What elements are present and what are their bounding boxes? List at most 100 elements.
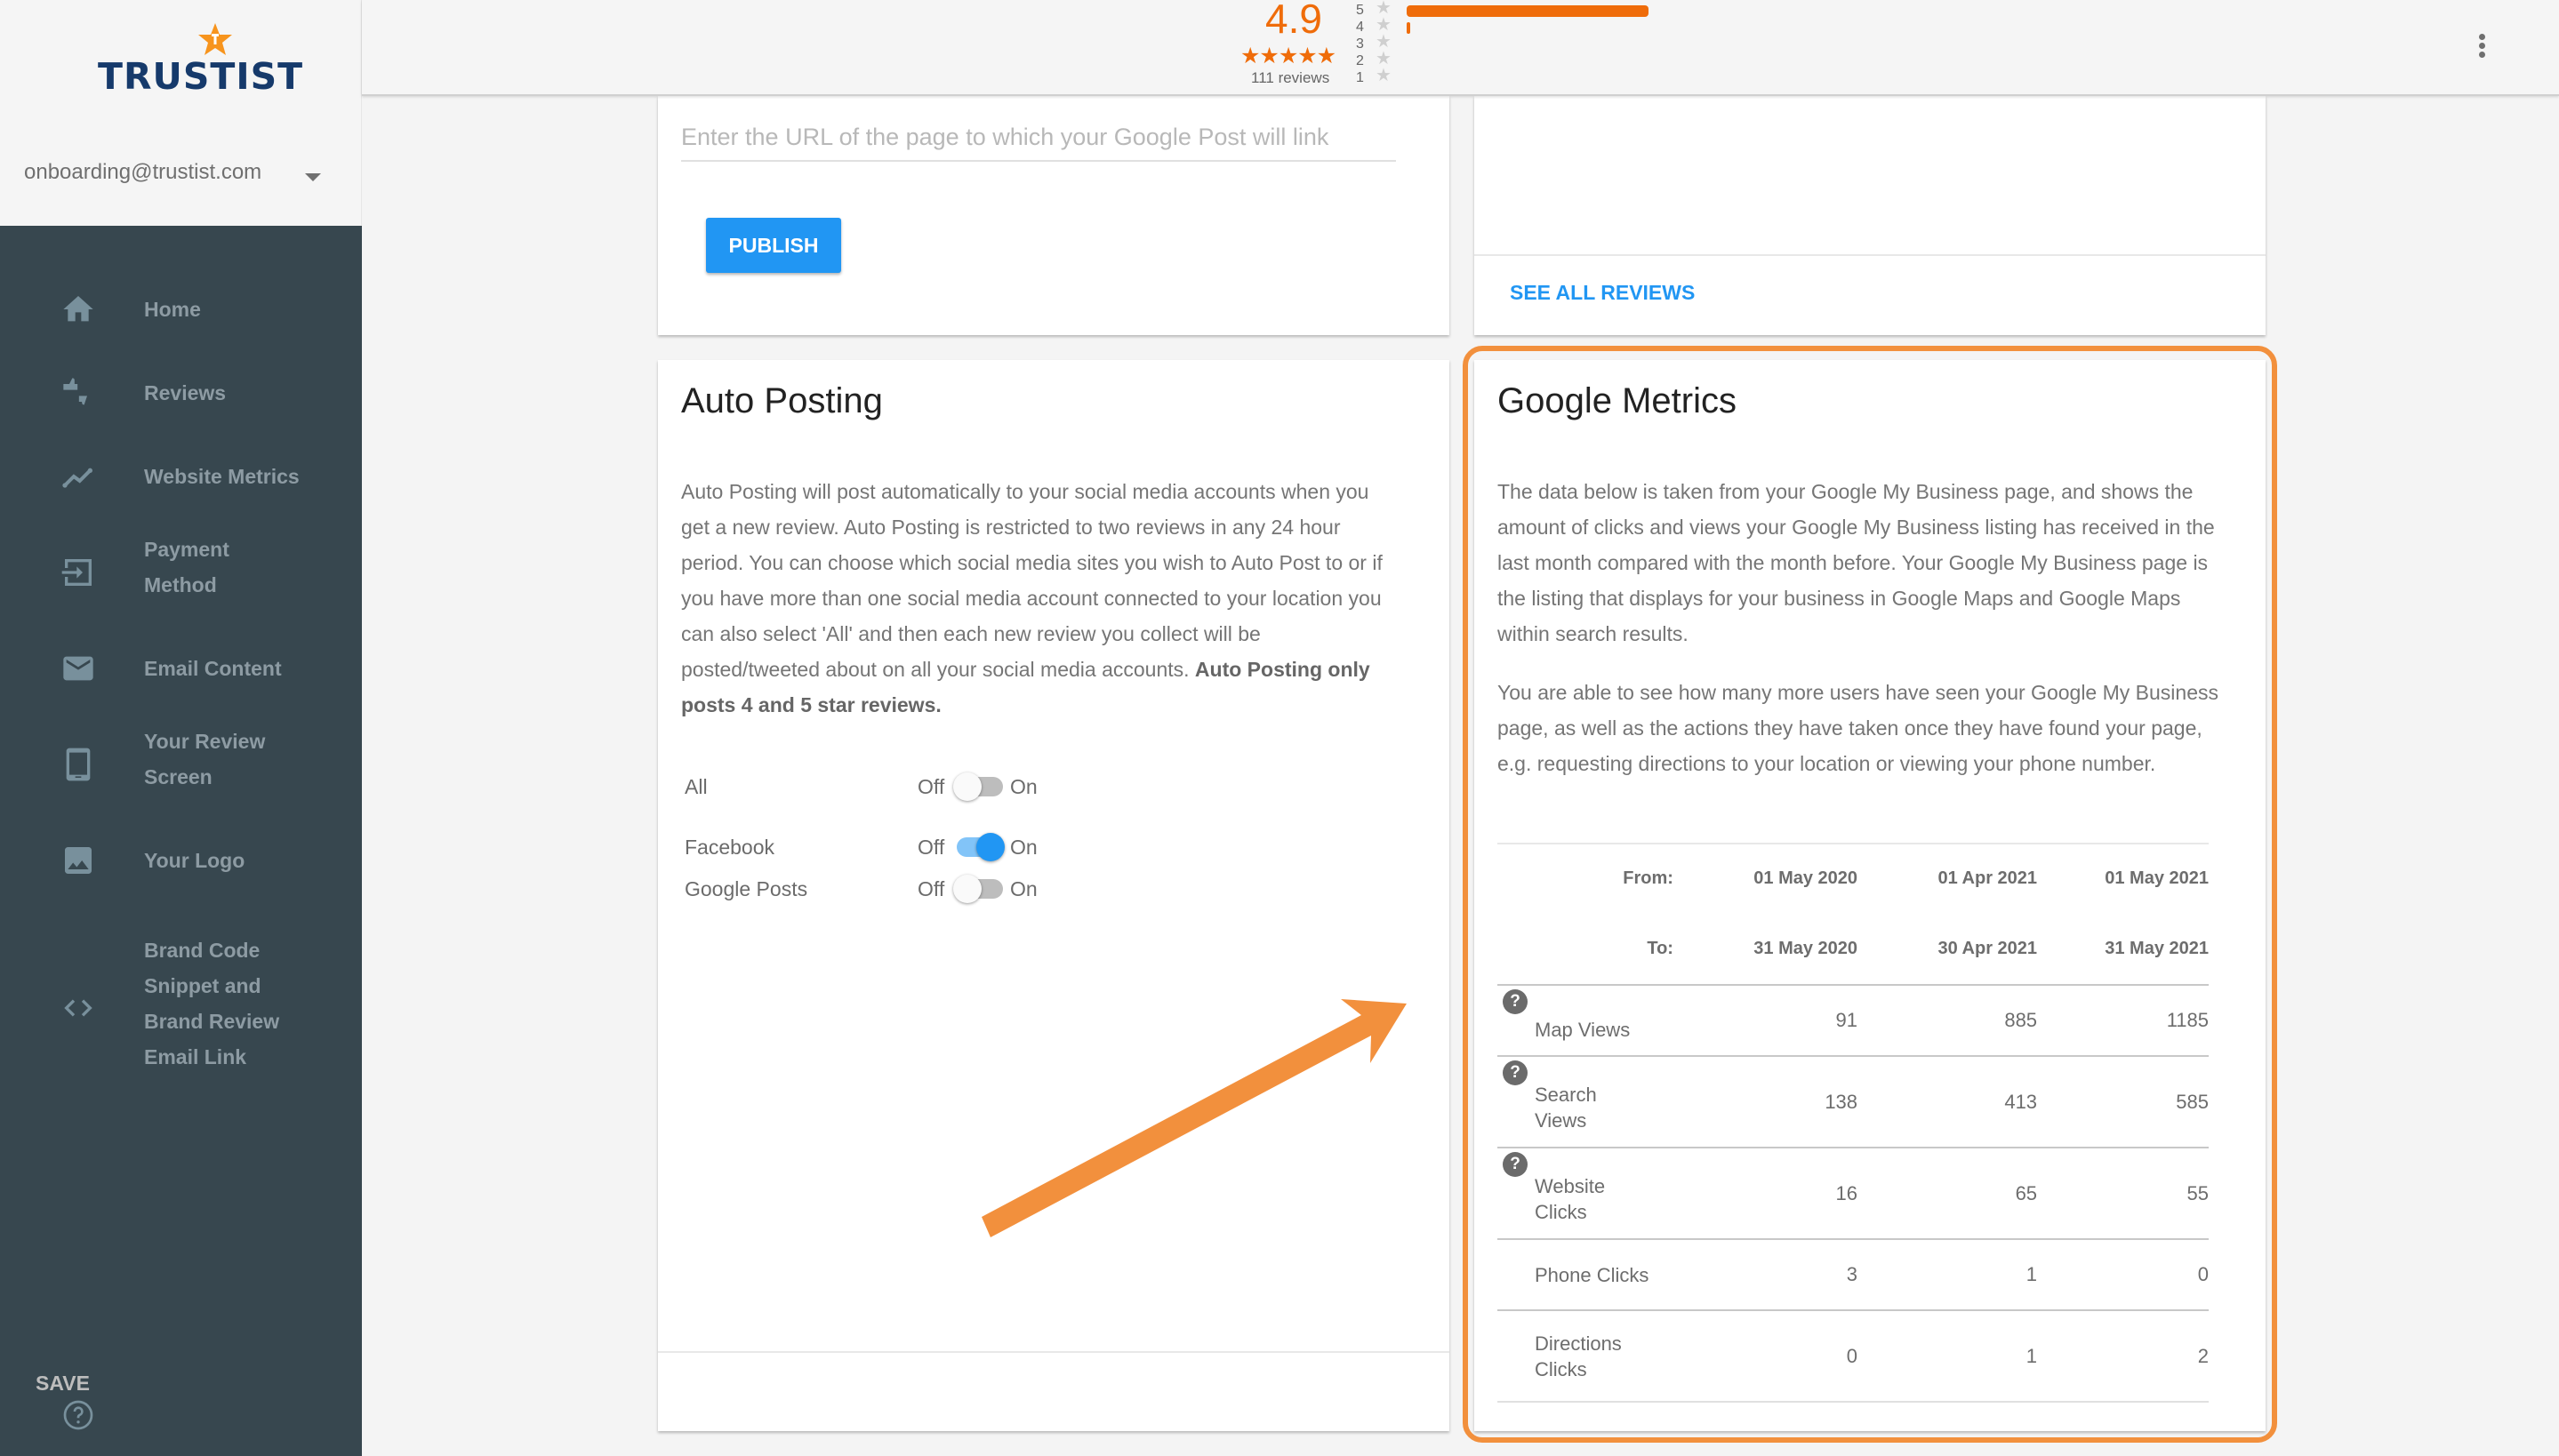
off-label: Off [918,775,945,798]
on-label: On [1010,775,1038,798]
to-row: To: 31 May 2020 30 Apr 2021 31 May 2021 [1497,914,2209,985]
period-to: 31 May 2020 [1753,939,1858,958]
metric-label-cell: ? Search Views [1497,1055,1673,1148]
save-button[interactable]: SAVE [36,1372,90,1396]
sidebar-item-label: Payment Method [144,538,229,596]
review-count: 111 reviews [1251,69,1330,86]
toggle-label: All [685,775,708,798]
metric-label: Directions Clicks [1535,1332,1622,1380]
card-divider [1474,254,2266,256]
metric-label: Phone Clicks [1535,1263,1649,1286]
sidebar-item-payment-method[interactable]: Payment Method [0,524,362,613]
auto-posting-description: Auto Posting will post automatically to … [681,474,1401,723]
period-from: 01 Apr 2021 [1937,868,2038,888]
sidebar-item-website-metrics[interactable]: Website Metrics [0,441,362,512]
metric-value: 585 [2037,1055,2209,1148]
google-metrics-card: Google Metrics The data below is taken f… [1474,360,2266,1431]
sidebar-item-home[interactable]: Home [0,274,362,345]
metric-value: 413 [1857,1055,2038,1148]
metric-value: 1 [1857,1309,2038,1403]
table-row-phone-clicks: Phone Clicks 3 1 0 [1497,1238,2209,1310]
metric-value: 138 [1673,1055,1858,1148]
google-post-url-input[interactable] [681,114,1396,162]
star-level: 4 [1356,20,1364,35]
help-icon[interactable]: ? [1503,1060,1528,1085]
sidebar-item-label: Home [144,298,201,321]
help-icon[interactable]: ? [1503,989,1528,1014]
see-all-reviews-link[interactable]: SEE ALL REVIEWS [1510,281,1695,305]
toggle-google-posts-switch[interactable] [953,875,1005,903]
sidebar-item-brand-code[interactable]: Brand Code Snippet and Brand Review Emai… [0,928,362,1088]
toggle-facebook-switch[interactable] [953,833,1005,861]
rating-score: 4.9 [1265,0,1322,42]
toggle-all-switch[interactable] [953,772,1005,801]
off-label: Off [918,877,945,900]
metric-value: 2 [2037,1309,2209,1403]
sidebar-item-label: Your Review Screen [144,730,266,788]
logo-text: TRUSTIST [98,55,304,98]
input-icon [60,555,96,590]
distribution-bar-5 [1407,5,1649,17]
code-icon [60,990,96,1026]
metric-label-cell: Directions Clicks [1497,1309,1673,1403]
metric-label-cell: Phone Clicks [1497,1238,1673,1310]
table-row-search-views: ? Search Views 138 413 585 [1497,1055,2209,1148]
home-icon [60,292,96,327]
from-row: From: 01 May 2020 01 Apr 2021 01 May 202… [1497,843,2209,914]
metric-label-cell: ? Map Views [1497,984,1673,1056]
table-row-map-views: ? Map Views 91 885 1185 [1497,984,2209,1056]
chevron-down-icon[interactable] [305,173,321,181]
sidebar-item-reviews[interactable]: Reviews [0,357,362,428]
metric-value: 1185 [2037,984,2209,1056]
star-level: 2 [1356,53,1364,68]
sidebar-item-label: Reviews [144,381,227,404]
metric-value: 91 [1673,984,1858,1056]
distribution-row: 1 ★ [1356,66,1392,86]
metric-value: 16 [1673,1147,1858,1239]
metric-value: 1 [1857,1238,2038,1310]
table-row-directions-clicks: Directions Clicks 0 1 2 [1497,1309,2209,1403]
star-level: 5 [1356,3,1364,18]
help-circle-icon[interactable] [62,1399,94,1431]
account-selector[interactable]: onboarding@trustist.com [24,160,261,185]
rating-stars: ★★★★★ [1240,44,1336,68]
toggle-row-all: All Off On [685,769,1396,804]
toggle-label: Facebook [685,836,775,859]
more-vert-icon[interactable] [2473,34,2491,62]
sidebar-header: TRUSTIST onboarding@trustist.com [0,0,362,226]
image-icon [60,843,96,878]
sidebar-item-review-screen[interactable]: Your Review Screen [0,716,362,805]
off-label: Off [918,836,945,859]
metric-label: Search Views [1535,1083,1597,1132]
sidebar-item-your-logo[interactable]: Your Logo [0,825,362,896]
metric-value: 3 [1673,1238,1858,1310]
help-icon[interactable]: ? [1503,1152,1528,1177]
period-to: 30 Apr 2021 [1937,939,2038,958]
sidebar-item-email-content[interactable]: Email Content [0,633,362,704]
trustist-logo[interactable]: TRUSTIST [98,23,302,98]
metric-label-cell: ? Website Clicks [1497,1147,1673,1239]
metrics-table: From: 01 May 2020 01 Apr 2021 01 May 202… [1497,843,2209,1403]
distribution-bar-4 [1407,22,1411,34]
description-text: Auto Posting will post automatically to … [681,480,1383,681]
publish-button[interactable]: PUBLISH [706,218,841,273]
star-icon: ★ [1376,66,1392,85]
toggle-row-facebook: Facebook Off On [685,829,1396,865]
trending-line-icon [60,459,96,494]
metric-label: Map Views [1535,1018,1631,1041]
star-level: 3 [1356,36,1364,52]
rating-distribution: 5 ★ 4 ★ 3 ★ 2 ★ 1 ★ [1356,0,1392,87]
metric-value: 65 [1857,1147,2038,1239]
sidebar-item-label: Email Content [144,657,282,680]
toggle-row-google-posts: Google Posts Off On [685,871,1396,907]
card-title: Google Metrics [1497,381,1737,420]
metrics-description-1: The data below is taken from your Google… [1497,480,2215,645]
to-label: To: [1647,939,1673,958]
on-label: On [1010,877,1038,900]
card-divider [658,1351,1449,1353]
tablet-icon [60,747,96,782]
google-post-card: PUBLISH [658,96,1449,335]
sidebar-item-label: Your Logo [144,849,245,872]
sidebar: TRUSTIST onboarding@trustist.com Home Re… [0,0,362,1456]
on-label: On [1010,836,1038,859]
